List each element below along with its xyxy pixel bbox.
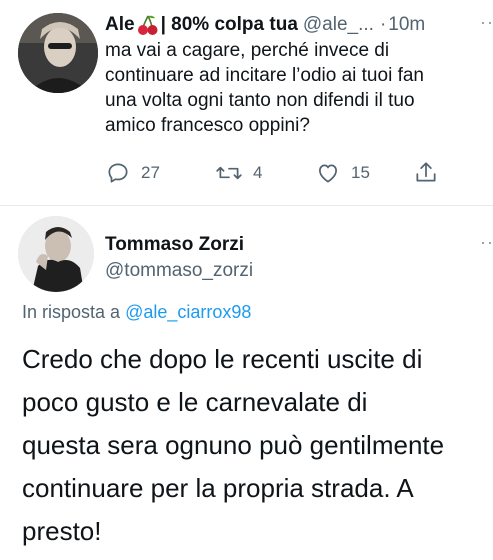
like-action[interactable]: 15 [315, 160, 370, 186]
author-name[interactable]: Ale [105, 14, 135, 36]
tweet-text: Credo che dopo le recenti uscite di poco… [22, 338, 493, 553]
like-count: 15 [351, 163, 370, 182]
separator: · [379, 14, 387, 35]
like-icon [315, 160, 341, 186]
tweet-text-line: poco gusto e le carnevalate di [22, 387, 368, 417]
more-icon[interactable]: ·· [480, 12, 493, 33]
tweet-text-line: presto! [22, 516, 102, 546]
avatar[interactable] [18, 216, 94, 292]
tweet-header: Ale | 80% colpa tua @ale_... · 10m [105, 12, 485, 38]
in-reply-handle[interactable]: @ale_ciarrox98 [125, 302, 251, 322]
reply-action[interactable]: 27 [105, 160, 160, 186]
author-name-suffix: | 80% colpa tua [160, 14, 298, 35]
tweet-text-line: continuare per la propria strada. A [22, 473, 414, 503]
handle[interactable]: @tommaso_zorzi [105, 260, 253, 282]
reply-icon [105, 160, 131, 186]
author-name[interactable]: Tommaso Zorzi [105, 234, 244, 256]
main-tweet[interactable]: Tommaso Zorzi @tommaso_zorzi ·· In rispo… [0, 206, 493, 560]
tweet-text-line: ma vai a cagare, perché invece di [105, 40, 390, 61]
tweet-text-line: una volta ogni tanto non difendi il tuo [105, 90, 415, 111]
tweet-text-line: questa sera ognuno può gentilmente [22, 430, 445, 460]
reply-tweet[interactable]: Ale | 80% colpa tua @ale_... · 10m ·· ma… [0, 0, 493, 205]
avatar[interactable] [18, 13, 98, 93]
retweet-count: 4 [253, 163, 263, 182]
handle[interactable]: @ale_... [303, 14, 374, 36]
retweet-icon [215, 160, 243, 186]
in-reply-prefix: In risposta a [22, 302, 121, 322]
share-icon [413, 160, 439, 186]
in-reply-to: In risposta a @ale_ciarrox98 [22, 302, 251, 323]
more-icon[interactable]: ·· [480, 232, 493, 253]
reply-count: 27 [141, 163, 160, 182]
tweet-text: ma vai a cagare, perché invece di contin… [105, 38, 490, 138]
share-action[interactable] [413, 160, 439, 186]
tweet-text-line: Credo che dopo le recenti uscite di [22, 344, 423, 374]
timestamp[interactable]: 10m [388, 14, 425, 36]
tweet-text-line: continuare ad incitare l’odio ai tuoi fa… [105, 65, 424, 86]
tweet-text-line: amico francesco oppini? [105, 115, 310, 136]
retweet-action[interactable]: 4 [215, 160, 262, 186]
cherry-icon [137, 14, 159, 36]
